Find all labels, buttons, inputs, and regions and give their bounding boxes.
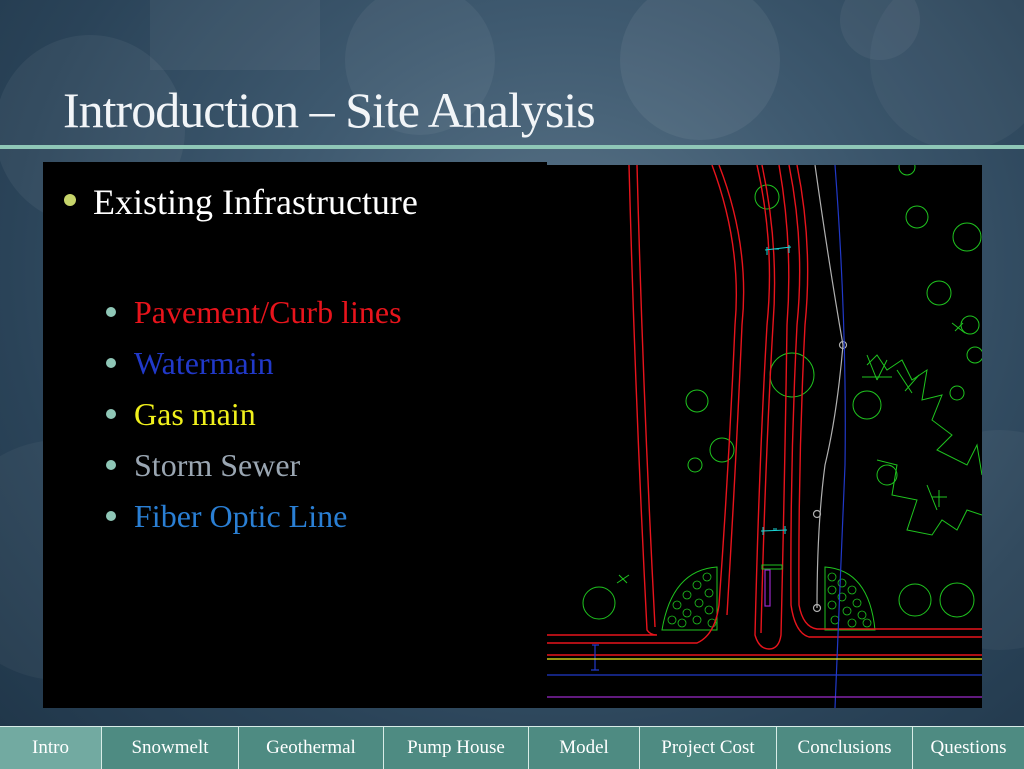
legend-pavement-curb: Pavement/Curb lines <box>134 294 402 330</box>
nav-tab-pump-house[interactable]: Pump House <box>384 727 529 769</box>
nav-tab-snowmelt[interactable]: Snowmelt <box>102 727 239 769</box>
nav-tab-conclusions[interactable]: Conclusions <box>777 727 913 769</box>
nav-tab-model[interactable]: Model <box>529 727 640 769</box>
legend-gas-main: Gas main <box>134 396 256 432</box>
nav-tab-intro[interactable]: Intro <box>0 727 102 769</box>
nav-tab-project-cost[interactable]: Project Cost <box>640 727 777 769</box>
site-plan-cad-image <box>547 165 982 708</box>
content-panel: Existing Infrastructure Pavement/Curb li… <box>43 162 547 708</box>
slide-title: Introduction – Site Analysis <box>63 82 596 138</box>
nav-tab-questions[interactable]: Questions <box>913 727 1024 769</box>
list-item: Pavement/Curb lines <box>43 292 543 332</box>
bullet-dot-icon <box>64 194 76 206</box>
nav-tab-geothermal[interactable]: Geothermal <box>239 727 384 769</box>
bullet-dot-icon <box>106 511 116 521</box>
bullet-dot-icon <box>106 307 116 317</box>
main-bullet: Existing Infrastructure <box>93 182 418 222</box>
bullet-dot-icon <box>106 358 116 368</box>
legend-watermain: Watermain <box>134 345 274 381</box>
bullet-dot-icon <box>106 409 116 419</box>
title-divider <box>0 145 1024 149</box>
list-item: Watermain <box>43 343 543 383</box>
list-item: Fiber Optic Line <box>43 496 543 536</box>
navigation-bar: Intro Snowmelt Geothermal Pump House Mod… <box>0 726 1024 769</box>
list-item: Gas main <box>43 394 543 434</box>
legend-fiber-optic: Fiber Optic Line <box>134 498 348 534</box>
legend-storm-sewer: Storm Sewer <box>134 447 301 483</box>
list-item: Storm Sewer <box>43 445 543 485</box>
bullet-dot-icon <box>106 460 116 470</box>
